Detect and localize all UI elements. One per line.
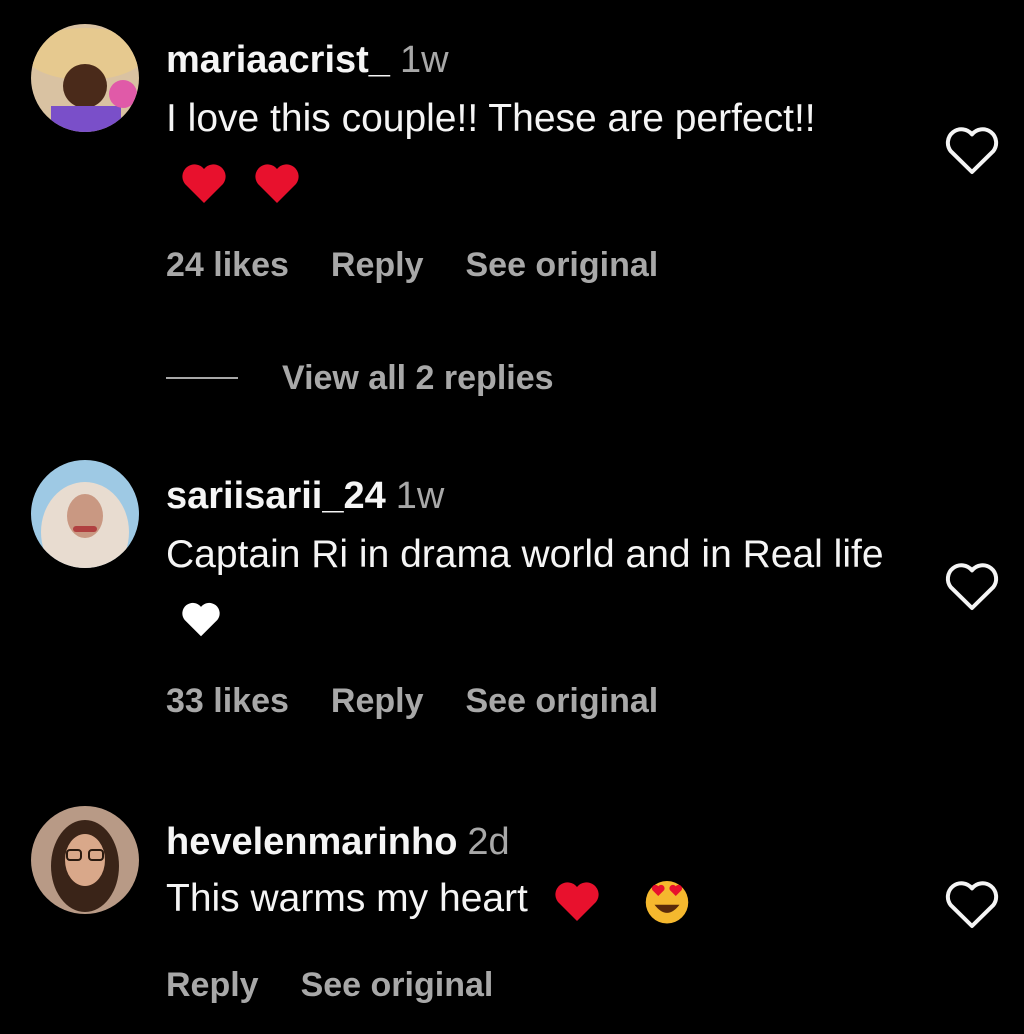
comment-text: Captain Ri in drama world and in Real li… [166,524,886,648]
likes-count[interactable]: 33 likes [166,682,289,720]
timestamp: 1w [395,475,445,517]
comment-header: sariisarii_24 1w [166,474,444,518]
see-original-button[interactable]: See original [301,966,494,1004]
avatar[interactable] [31,460,139,568]
comment-text: This warms my heart [166,868,886,930]
comment-header: hevelenmarinho 2d [166,820,510,864]
heart-eyes-emoji-icon [645,880,688,924]
comment-header: mariaacrist_ 1w [166,38,449,82]
avatar-image-icon [31,460,139,568]
avatar[interactable] [31,806,139,914]
red-heart-emoji-icon [182,164,226,203]
comment-actions: 33 likes Reply See original [166,682,700,721]
reply-button[interactable]: Reply [331,682,424,720]
avatar-image-icon [31,806,139,914]
see-original-button[interactable]: See original [465,682,658,720]
view-replies-button[interactable]: View all 2 replies [166,356,554,400]
like-button[interactable] [944,880,1000,930]
comment-actions: Reply See original [166,966,535,1005]
username[interactable]: hevelenmarinho [166,821,457,863]
comment-text-content: Captain Ri in drama world and in Real li… [166,533,884,576]
white-heart-emoji-icon [182,602,220,636]
heart-outline-icon [945,881,999,928]
avatar-image-icon [31,24,139,132]
username[interactable]: sariisarii_24 [166,475,386,517]
see-original-button[interactable]: See original [465,246,658,284]
likes-count[interactable]: 24 likes [166,246,289,284]
comment-actions: 24 likes Reply See original [166,246,700,285]
like-button[interactable] [944,126,1000,176]
view-replies-label: View all 2 replies [282,358,554,397]
avatar[interactable] [31,24,139,132]
comment-text-content: This warms my heart [166,877,528,920]
heart-outline-icon [945,127,999,174]
reply-button[interactable]: Reply [166,966,259,1004]
replies-divider [166,377,238,379]
comment-text-content: I love this couple!! These are perfect!! [166,97,816,140]
timestamp: 2d [467,821,510,863]
red-heart-emoji-icon [255,164,299,203]
comment-text: I love this couple!! These are perfect!! [166,88,886,212]
red-heart-emoji-icon [555,882,599,921]
heart-outline-icon [945,563,999,610]
like-button[interactable] [944,562,1000,612]
reply-button[interactable]: Reply [331,246,424,284]
timestamp: 1w [399,39,449,81]
username[interactable]: mariaacrist_ [166,39,390,81]
